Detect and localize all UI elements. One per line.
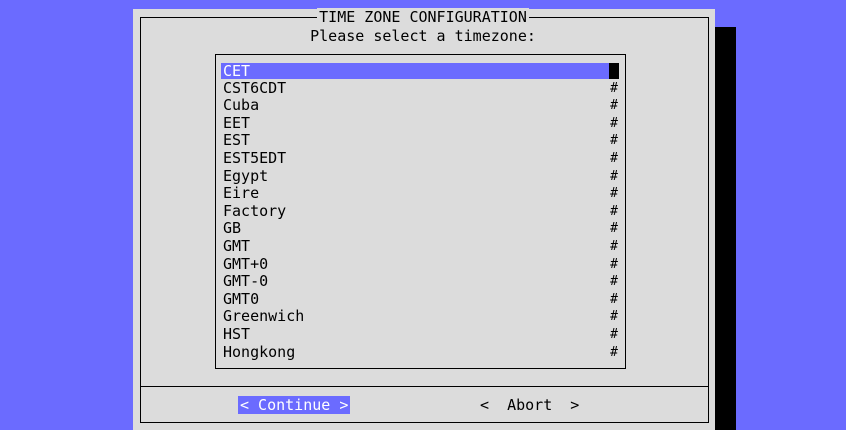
list-item-label: GB (223, 219, 242, 238)
dialog-subtitle: Please select a timezone: (310, 27, 536, 45)
list-item[interactable]: GMT # (221, 236, 623, 256)
continue-button[interactable]: < Continue > (238, 396, 351, 414)
abort-button[interactable]: < Abort > (480, 396, 579, 414)
scrollbar-track[interactable]: # (609, 185, 619, 203)
scrollbar-track[interactable]: # (609, 115, 619, 133)
list-item-label: GMT-0 (223, 272, 269, 291)
scrollbar-thumb[interactable] (609, 63, 619, 79)
list-item[interactable]: EST5EDT # (221, 148, 623, 168)
list-item-label: GMT+0 (223, 254, 269, 273)
list-item[interactable]: Cuba # (221, 97, 623, 115)
timezone-list[interactable]: CET CST6CDT # Cuba # EET # EST # EST5EDT… (221, 62, 623, 361)
list-item[interactable]: Factory # (221, 201, 623, 221)
scrollbar-track[interactable]: # (609, 291, 619, 309)
scrollbar-track[interactable]: # (609, 80, 619, 98)
list-item[interactable]: GMT+0 # (221, 254, 623, 274)
dialog-title-wrap: TIME ZONE CONFIGURATION (0, 8, 846, 26)
list-item-label: EST5EDT (223, 148, 287, 167)
list-item-label: HST (223, 324, 251, 343)
list-item-label: EET (223, 113, 251, 132)
list-item[interactable]: EST # (221, 132, 623, 150)
list-item-label: Eire (223, 184, 260, 203)
scrollbar-track[interactable]: # (609, 273, 619, 291)
scrollbar-track[interactable]: # (609, 203, 619, 221)
list-item[interactable]: EET # (221, 113, 623, 133)
scrollbar-track[interactable]: # (609, 132, 619, 150)
list-item-label: Egypt (223, 166, 269, 185)
scrollbar-track[interactable]: # (609, 238, 619, 256)
scrollbar-track[interactable]: # (609, 308, 619, 326)
list-item-label: GMT (223, 236, 251, 255)
list-item[interactable]: GMT-0 # (221, 273, 623, 291)
dialog-title: TIME ZONE CONFIGURATION (317, 8, 529, 26)
list-item[interactable]: Hongkong # (221, 342, 623, 362)
list-item-label: CET (221, 63, 609, 79)
list-item-label: Factory (223, 201, 287, 220)
button-divider (140, 386, 709, 387)
list-item[interactable]: Eire # (221, 185, 623, 203)
list-item[interactable]: Greenwich # (221, 308, 623, 326)
list-item[interactable]: GB # (221, 220, 623, 238)
list-item[interactable]: Egypt # (221, 166, 623, 186)
scrollbar-track[interactable]: # (609, 344, 619, 362)
list-item-label: Hongkong (223, 342, 296, 361)
scrollbar-track[interactable]: # (609, 326, 619, 344)
list-item-label: EST (223, 131, 251, 150)
list-item-label: Greenwich (223, 307, 305, 326)
list-item-label: GMT0 (223, 289, 260, 308)
scrollbar-track[interactable]: # (609, 168, 619, 186)
dialog-shadow (715, 27, 736, 430)
scrollbar-track[interactable]: # (609, 150, 619, 168)
list-item[interactable]: GMT0 # (221, 289, 623, 309)
list-item[interactable]: CST6CDT # (221, 78, 623, 98)
scrollbar-track[interactable]: # (609, 256, 619, 274)
scrollbar-track[interactable]: # (609, 97, 619, 115)
list-item-label: CST6CDT (223, 78, 287, 97)
list-item[interactable]: HST # (221, 324, 623, 344)
button-bar: < Continue > < Abort > (0, 396, 846, 414)
scrollbar-track[interactable]: # (609, 220, 619, 238)
list-item-label: Cuba (223, 96, 260, 115)
list-item[interactable]: CET (221, 62, 623, 80)
